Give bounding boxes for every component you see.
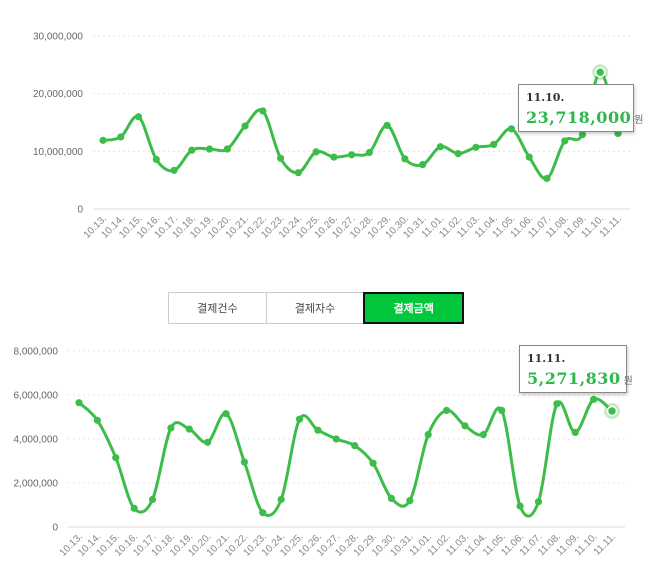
tooltip-unit: 원 bbox=[634, 115, 644, 126]
data-point bbox=[188, 146, 196, 154]
data-point bbox=[223, 145, 231, 153]
data-point bbox=[534, 498, 543, 506]
y-tick-label: 20,000,000 bbox=[33, 89, 83, 100]
y-tick-label: 6,000,000 bbox=[14, 391, 59, 402]
data-point bbox=[387, 494, 396, 502]
data-point bbox=[383, 121, 391, 129]
data-point bbox=[312, 148, 320, 156]
y-tick-label: 0 bbox=[77, 205, 83, 216]
data-point bbox=[419, 160, 427, 169]
data-point bbox=[99, 136, 107, 144]
y-tick-label: 10,000,000 bbox=[33, 147, 83, 158]
data-point bbox=[93, 416, 101, 424]
data-point bbox=[330, 153, 338, 161]
data-point bbox=[276, 154, 285, 162]
highlight-point bbox=[594, 66, 606, 78]
y-tick-label: 4,000,000 bbox=[14, 435, 59, 446]
data-point bbox=[222, 410, 230, 418]
highlight-point bbox=[606, 405, 618, 417]
data-point bbox=[424, 431, 432, 439]
data-point bbox=[507, 125, 516, 133]
data-point bbox=[351, 442, 359, 450]
data-point bbox=[314, 426, 322, 434]
data-point bbox=[571, 428, 579, 436]
data-point bbox=[516, 502, 524, 510]
tooltip-date: 11.10. bbox=[526, 91, 565, 104]
data-point bbox=[369, 459, 377, 467]
tooltip-top: 11.10. 23,718,000 원 bbox=[518, 84, 643, 132]
tooltip-unit: 원 bbox=[623, 376, 633, 387]
tab-payment-count[interactable]: 결제건수 bbox=[168, 292, 267, 324]
tab-payer-count[interactable]: 결제자수 bbox=[265, 292, 365, 324]
data-point bbox=[472, 143, 480, 151]
data-point bbox=[112, 454, 120, 462]
data-point bbox=[365, 148, 373, 157]
data-point bbox=[294, 169, 302, 177]
data-point bbox=[259, 107, 267, 115]
data-point bbox=[332, 435, 340, 443]
data-point bbox=[436, 143, 445, 151]
tooltip-date: 11.11. bbox=[527, 352, 566, 365]
tooltip-bottom: 11.11. 5,271,830 원 bbox=[519, 345, 633, 393]
data-point bbox=[170, 166, 178, 174]
data-point bbox=[75, 399, 83, 407]
y-tick-label: 0 bbox=[52, 523, 58, 534]
data-point bbox=[561, 137, 569, 145]
data-point bbox=[277, 495, 285, 504]
data-point bbox=[295, 415, 304, 423]
data-point bbox=[454, 150, 462, 158]
data-point bbox=[406, 497, 414, 505]
y-tick-label: 8,000,000 bbox=[14, 347, 59, 358]
data-point bbox=[134, 113, 143, 121]
data-point bbox=[578, 131, 587, 139]
data-point bbox=[479, 431, 487, 439]
data-point bbox=[240, 458, 249, 466]
tooltip-value: 5,271,830 bbox=[527, 369, 621, 388]
data-point bbox=[205, 145, 214, 153]
data-point bbox=[525, 153, 533, 161]
data-point bbox=[130, 504, 138, 512]
metric-tabs: 결제건수 결제자수 결제금액 bbox=[168, 292, 465, 324]
data-point bbox=[348, 151, 356, 159]
data-point bbox=[442, 406, 451, 414]
data-point bbox=[490, 140, 498, 149]
data-point bbox=[185, 425, 193, 433]
tab-payment-amount[interactable]: 결제금액 bbox=[363, 292, 465, 324]
data-point bbox=[543, 174, 551, 183]
y-tick-label: 30,000,000 bbox=[33, 32, 83, 43]
data-point bbox=[117, 133, 125, 141]
data-point bbox=[167, 424, 175, 432]
data-point bbox=[148, 495, 157, 504]
series-line bbox=[77, 397, 614, 518]
data-point bbox=[241, 122, 249, 130]
data-point bbox=[152, 155, 160, 164]
tooltip-value: 23,718,000 bbox=[526, 108, 632, 127]
data-point bbox=[553, 400, 561, 408]
y-tick-label: 2,000,000 bbox=[14, 479, 59, 490]
data-point bbox=[461, 422, 469, 430]
data-point bbox=[498, 406, 506, 414]
data-point bbox=[401, 155, 409, 163]
data-point bbox=[590, 395, 598, 403]
data-point bbox=[259, 509, 267, 517]
data-point bbox=[204, 438, 212, 446]
